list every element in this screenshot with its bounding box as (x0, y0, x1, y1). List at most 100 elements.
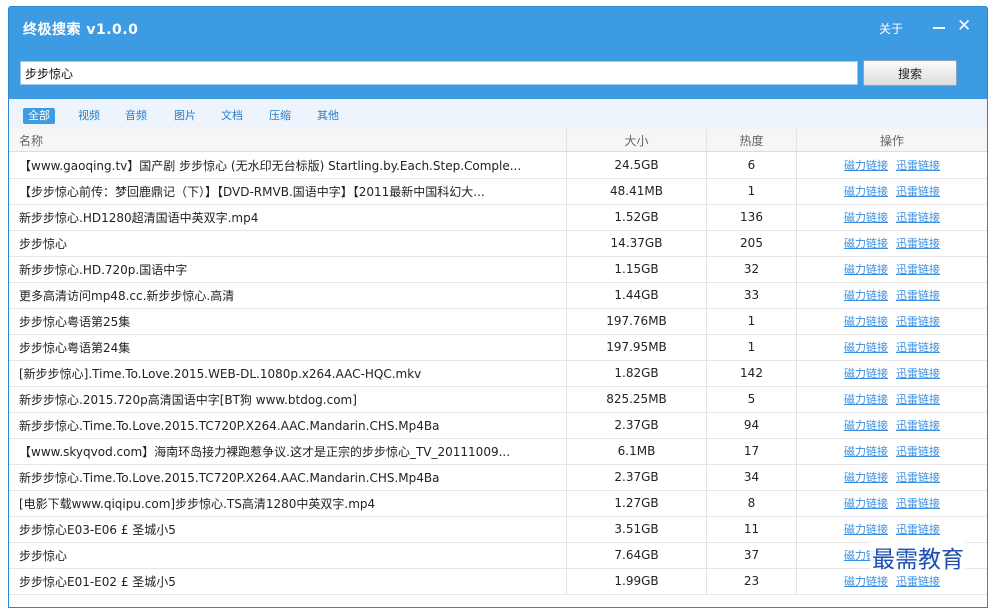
column-header-ops: 操作 (879, 133, 904, 148)
table-row[interactable]: 步步惊心粤语第25集 197.76MB 1 磁力链接 迅雷链接 (9, 308, 987, 335)
row-name-cell: 步步惊心粤语第25集 (9, 308, 567, 334)
table-row[interactable]: 步步惊心E03-E06 £ 圣城小5 3.51GB 11 磁力链接 迅雷链接 (9, 516, 987, 543)
row-size: 2.37GB (567, 412, 707, 438)
table-row[interactable]: 【www.gaoqing.tv】国产剧 步步惊心 (无水印无台标版) Start… (9, 152, 987, 179)
row-heat: 23 (707, 568, 797, 594)
tab-1[interactable]: 视频 (73, 108, 105, 124)
magnet-link[interactable]: 磁力链接 (844, 469, 888, 485)
magnet-link[interactable]: 磁力链接 (844, 183, 888, 199)
thunder-link[interactable]: 迅雷链接 (896, 235, 940, 251)
row-heat: 1 (707, 308, 797, 334)
thunder-link[interactable]: 迅雷链接 (896, 443, 940, 459)
table-row[interactable]: 步步惊心 14.37GB 205 磁力链接 迅雷链接 (9, 230, 987, 257)
magnet-link[interactable]: 磁力链接 (844, 157, 888, 173)
table-row[interactable]: 步步惊心粤语第24集 197.95MB 1 磁力链接 迅雷链接 (9, 334, 987, 361)
search-bar: 搜索 (9, 49, 987, 99)
row-heat: 33 (707, 282, 797, 308)
magnet-link[interactable]: 磁力链接 (844, 443, 888, 459)
search-button[interactable]: 搜索 (863, 60, 957, 86)
thunder-link[interactable]: 迅雷链接 (896, 339, 940, 355)
table-row[interactable]: 新步步惊心.Time.To.Love.2015.TC720P.X264.AAC.… (9, 464, 987, 491)
thunder-link[interactable]: 迅雷链接 (896, 313, 940, 329)
row-name-cell: 步步惊心E03-E06 £ 圣城小5 (9, 516, 567, 542)
thunder-link[interactable]: 迅雷链接 (896, 495, 940, 511)
magnet-link[interactable]: 磁力链接 (844, 287, 888, 303)
thunder-link[interactable]: 迅雷链接 (896, 521, 940, 537)
table-row[interactable]: [电影下载www.qiqipu.com]步步惊心.TS高清1280中英双字.mp… (9, 490, 987, 517)
table-row[interactable]: 更多高清访问mp48.cc.新步步惊心.高清 1.44GB 33 磁力链接 迅雷链接 (9, 282, 987, 309)
magnet-link[interactable]: 磁力链接 (844, 261, 888, 277)
thunder-link[interactable]: 迅雷链接 (896, 287, 940, 303)
table-row[interactable]: 步步惊心E01-E02 £ 圣城小5 1.99GB 23 磁力链接 迅雷链接 (9, 568, 987, 595)
row-heat: 94 (707, 412, 797, 438)
title-bar: 终极搜索 v1.0.0 关于 ✕ (9, 7, 987, 49)
row-size: 1.99GB (567, 568, 707, 594)
tab-3[interactable]: 图片 (169, 108, 201, 124)
thunder-link[interactable]: 迅雷链接 (896, 261, 940, 277)
magnet-link[interactable]: 磁力链接 (844, 495, 888, 511)
row-name: 步步惊心E01-E02 £ 圣城小5 (19, 574, 176, 589)
magnet-link[interactable]: 磁力链接 (844, 313, 888, 329)
magnet-link[interactable]: 磁力链接 (844, 235, 888, 251)
column-header-name[interactable]: 名称 (9, 129, 567, 151)
magnet-link[interactable]: 磁力链接 (844, 521, 888, 537)
about-link[interactable]: 关于 (879, 20, 903, 37)
thunder-link[interactable]: 迅雷链接 (896, 573, 940, 589)
row-heat: 136 (707, 204, 797, 230)
row-size: 6.1MB (567, 438, 707, 464)
results-panel: 全部 视频 音频 图片 文档 压缩 其他 名称 大小 热度 操作 【www.gaoqing.… (9, 99, 987, 607)
close-icon[interactable]: ✕ (957, 16, 971, 36)
row-name: 新步步惊心.2015.720p高清国语中字[BT狗 www.btdog.com] (19, 392, 357, 407)
row-name: 更多高清访问mp48.cc.新步步惊心.高清 (19, 288, 235, 303)
row-name-cell: 新步步惊心.Time.To.Love.2015.TC720P.X264.AAC.… (9, 464, 567, 490)
row-size: 14.37GB (567, 230, 707, 256)
row-actions: 磁力链接迅雷链接 (797, 412, 987, 438)
thunder-link[interactable]: 迅雷链接 (896, 365, 940, 381)
thunder-link[interactable]: 迅雷链接 (896, 157, 940, 173)
thunder-link[interactable]: 迅雷链接 (896, 391, 940, 407)
row-name: 步步惊心E03-E06 £ 圣城小5 (19, 522, 176, 537)
row-name: [新步步惊心].Time.To.Love.2015.WEB-DL.1080p.x… (19, 366, 422, 381)
minimize-icon[interactable] (931, 19, 947, 35)
tab-5[interactable]: 压缩 (264, 108, 296, 124)
row-size: 1.82GB (567, 360, 707, 386)
row-name: 步步惊心 (19, 236, 68, 251)
tab-4[interactable]: 文档 (216, 108, 248, 124)
row-name: [电影下载www.qiqipu.com]步步惊心.TS高清1280中英双字.mp… (19, 496, 376, 511)
thunder-link[interactable]: 迅雷链接 (896, 209, 940, 225)
magnet-link[interactable]: 磁力链接 (844, 209, 888, 225)
tab-6[interactable]: 其他 (312, 108, 344, 124)
table-row[interactable]: 【www.skyqvod.com】海南环岛接力裸跑惹争议.这才是正宗的步步惊心_… (9, 438, 987, 465)
magnet-link[interactable]: 磁力链接 (844, 573, 888, 589)
tab-0[interactable]: 全部 (23, 108, 55, 124)
row-name-cell: 步步惊心 (9, 542, 567, 568)
table-row[interactable]: [新步步惊心].Time.To.Love.2015.WEB-DL.1080p.x… (9, 360, 987, 387)
table-row[interactable]: 步步惊心7.64GB37磁力链接迅雷链接 (9, 542, 987, 569)
magnet-link[interactable]: 磁力链接 (844, 365, 888, 381)
magnet-link[interactable]: 磁力链接 (844, 391, 888, 407)
row-name: 步步惊心粤语第25集 (19, 314, 131, 329)
magnet-link[interactable]: 磁力链接 (844, 339, 888, 355)
table-row[interactable]: 新步步惊心.HD.720p.国语中字 1.15GB 32 磁力链接 迅雷链接 (9, 256, 987, 283)
row-size: 7.64GB (567, 542, 707, 568)
row-name-cell: 【www.gaoqing.tv】国产剧 步步惊心 (无水印无台标版) Start… (9, 152, 567, 178)
thunder-link[interactable]: 迅雷链接 (896, 417, 940, 433)
tab-2[interactable]: 音频 (120, 108, 152, 124)
row-name-cell: [电影下载www.qiqipu.com]步步惊心.TS高清1280中英双字.mp… (9, 490, 567, 516)
row-name: 新步步惊心.Time.To.Love.2015.TC720P.X264.AAC.… (19, 470, 440, 485)
table-row[interactable]: 新步步惊心.Time.To.Love.2015.TC720P.X264.AAC.… (9, 412, 987, 439)
table-row[interactable]: 新步步惊心.HD1280超清国语中英双字.mp4 1.52GB 136 磁力链接 迅雷链… (9, 204, 987, 231)
table-row[interactable]: 【步步惊心前传：梦回鹿鼎记（下）】【DVD-RMVB.国语中字】【2011最新中… (9, 178, 987, 205)
column-header-heat[interactable]: 热度 (707, 129, 797, 151)
search-input[interactable] (20, 61, 858, 85)
row-heat: 6 (707, 152, 797, 178)
table-row[interactable]: 新步步惊心.2015.720p高清国语中字[BT狗 www.btdog.com]… (9, 386, 987, 413)
watermark-logo: 最需教育 (870, 540, 966, 574)
thunder-link[interactable]: 迅雷链接 (896, 183, 940, 199)
row-heat: 34 (707, 464, 797, 490)
row-actions: 磁力链接迅雷链接 (797, 464, 987, 490)
row-actions: 磁力链接迅雷链接 (797, 308, 987, 334)
magnet-link[interactable]: 磁力链接 (844, 417, 888, 433)
column-header-size[interactable]: 大小 (567, 129, 707, 151)
thunder-link[interactable]: 迅雷链接 (896, 469, 940, 485)
